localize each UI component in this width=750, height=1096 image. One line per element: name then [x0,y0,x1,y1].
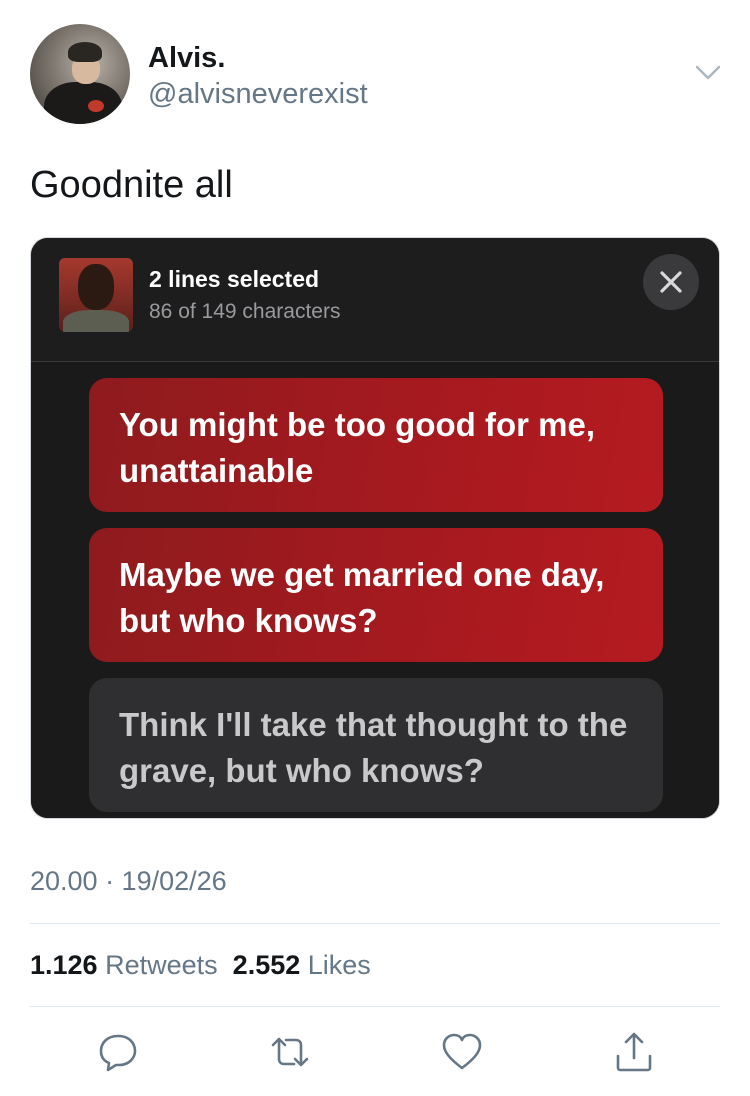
retweet-icon[interactable] [268,1030,312,1074]
chevron-down-icon[interactable] [694,62,722,82]
tweet-timestamp: 20.00 · 19/02/26 [30,866,227,896]
lyrics-selection-header: 2 lines selected 86 of 149 characters [31,238,719,362]
retweet-count[interactable]: 1.126 [30,950,98,980]
selection-count: 86 of 149 characters [149,300,341,323]
divider [30,1006,720,1007]
share-icon[interactable] [612,1030,656,1074]
like-count[interactable]: 2.552 [233,950,301,980]
selection-title: 2 lines selected [149,266,320,292]
close-icon [660,271,682,293]
user-name[interactable]: Alvis. [148,42,225,75]
lyric-line-selected[interactable]: Maybe we get married one day, but who kn… [89,528,663,662]
engagement-stats: 1.126 Retweets 2.552 Likes [30,950,371,981]
tweet: Alvis. @alvisneverexist Goodnite all 2 l… [0,0,750,1096]
media-card[interactable]: 2 lines selected 86 of 149 characters Yo… [30,237,720,819]
like-icon[interactable] [440,1030,484,1074]
divider [30,923,720,924]
lyric-line-unselected[interactable]: Think I'll take that thought to the grav… [89,678,663,812]
tweet-text: Goodnite all [30,164,233,206]
lyrics-list: You might be too good for me, unattainab… [31,362,719,818]
reply-icon[interactable] [96,1030,140,1074]
avatar[interactable] [30,24,130,124]
lyric-line-selected[interactable]: You might be too good for me, unattainab… [89,378,663,512]
like-label[interactable]: Likes [308,950,371,980]
album-thumbnail [59,258,133,332]
user-handle[interactable]: @alvisneverexist [148,78,368,111]
retweet-label[interactable]: Retweets [105,950,218,980]
close-button[interactable] [643,254,699,310]
